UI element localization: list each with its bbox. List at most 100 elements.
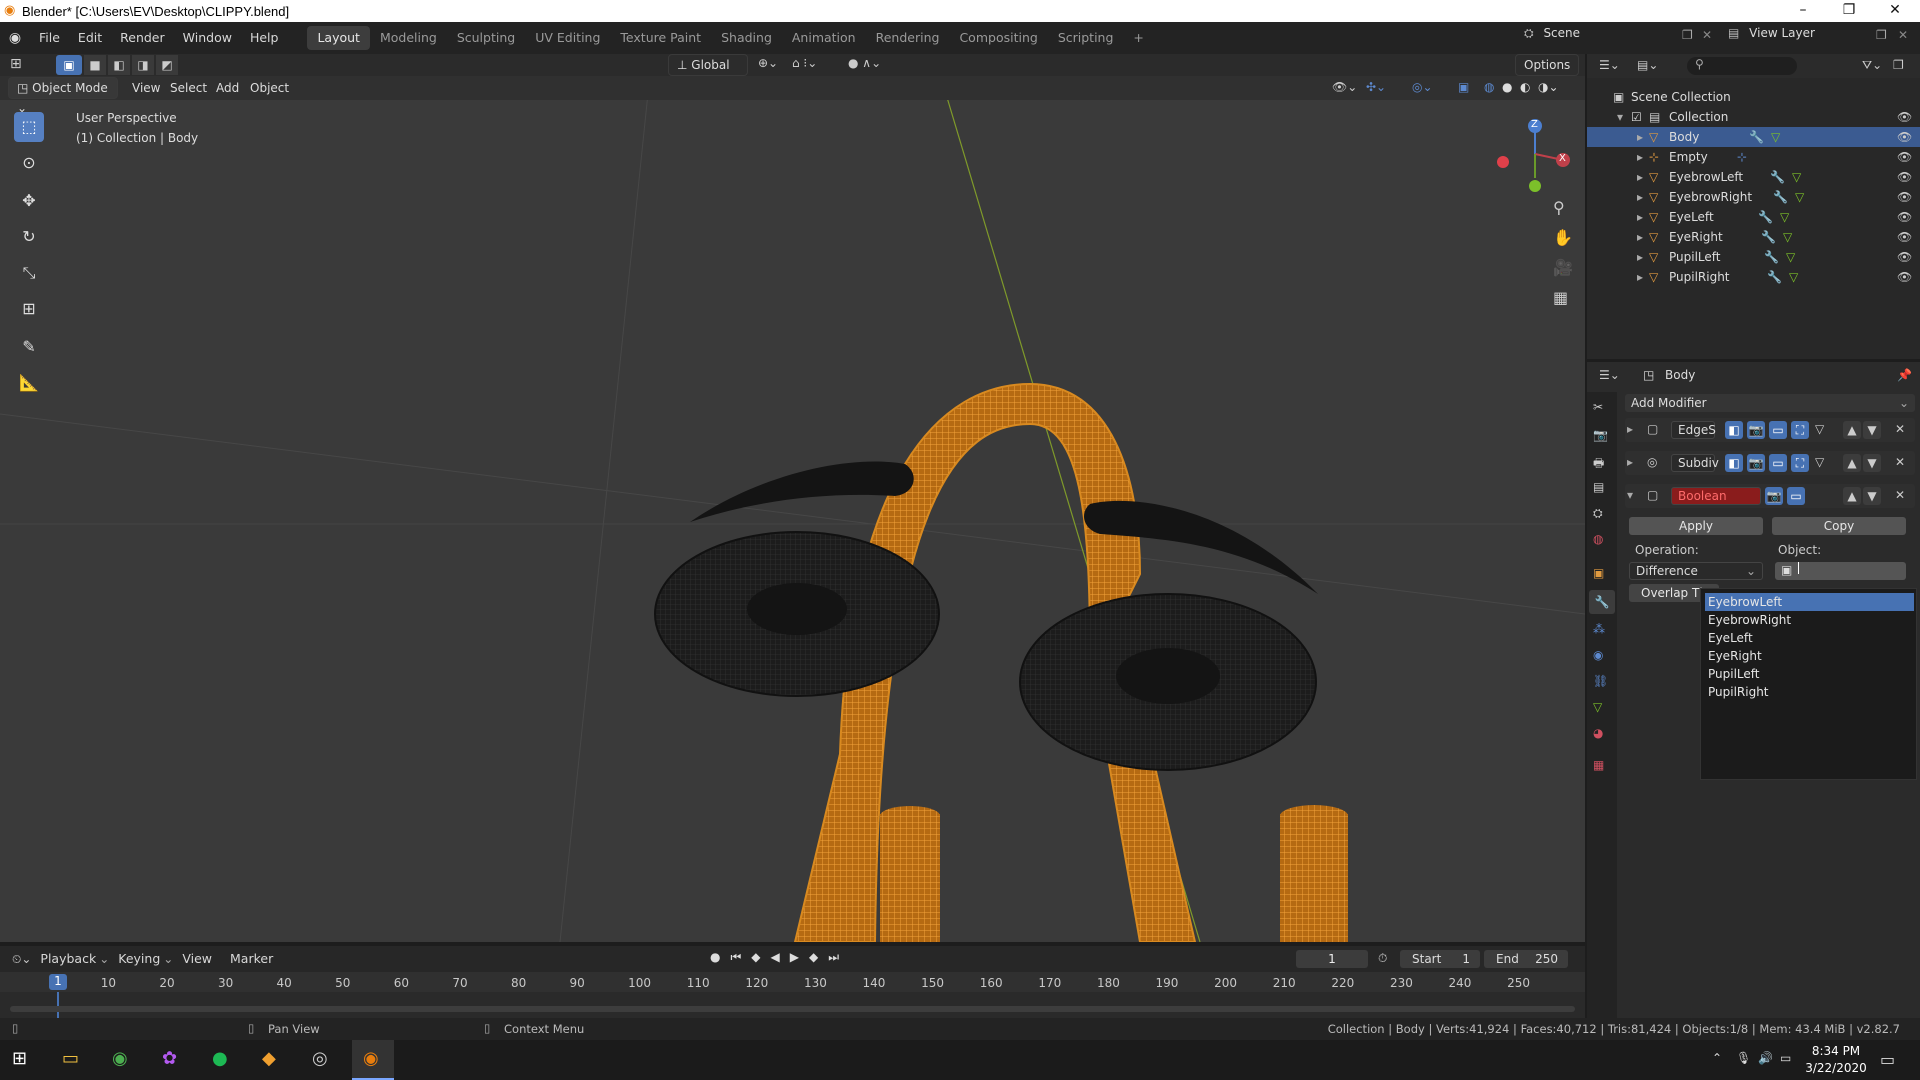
select-intersect-icon[interactable]: ◩ bbox=[156, 55, 178, 75]
navigation-gizmo[interactable]: Z X bbox=[1490, 114, 1570, 194]
pupil-right[interactable] bbox=[1116, 648, 1220, 704]
menu-window[interactable]: Window bbox=[174, 22, 241, 54]
expand-arrow-icon[interactable]: ▸ bbox=[1637, 207, 1643, 227]
jump-start-icon[interactable]: ⏮ bbox=[730, 950, 741, 965]
rotate-tool-icon[interactable]: ↻ bbox=[14, 222, 44, 252]
visibility-icon[interactable]: 👁⌄ bbox=[1332, 80, 1357, 94]
menu-edit[interactable]: Edit bbox=[69, 22, 111, 54]
play-reverse-icon[interactable]: ◀ bbox=[771, 950, 780, 965]
zoom-icon[interactable]: ⚲ bbox=[1553, 198, 1565, 217]
end-frame-field[interactable]: End 250 bbox=[1484, 950, 1568, 968]
scene-name[interactable]: Scene bbox=[1543, 26, 1580, 40]
dropdown-item[interactable]: EyebrowRight bbox=[1705, 611, 1914, 629]
texture-tab-icon[interactable]: ▦ bbox=[1593, 758, 1604, 772]
expand-arrow-icon[interactable]: ▸ bbox=[1637, 247, 1643, 267]
outliner-item[interactable]: ▸ ▽ PupilRight 🔧 ▽ 👁 bbox=[1587, 267, 1920, 287]
apply-button[interactable]: Apply bbox=[1629, 517, 1763, 535]
clock-time[interactable]: 8:34 PM bbox=[1808, 1044, 1864, 1058]
ortho-grid-icon[interactable]: ▦ bbox=[1553, 288, 1568, 307]
constraints-tab-icon[interactable]: ⛓ bbox=[1593, 674, 1608, 688]
spotify-icon[interactable]: ● bbox=[212, 1048, 228, 1069]
modifier-icon[interactable]: 🔧 bbox=[1761, 227, 1776, 247]
menu-timeline-view[interactable]: View bbox=[173, 946, 221, 972]
outliner-item[interactable]: ▸ ▽ EyebrowLeft 🔧 ▽ 👁 bbox=[1587, 167, 1920, 187]
snap-icon[interactable]: ⌂ ⁝⌄ bbox=[792, 56, 817, 70]
view-layer-tab-icon[interactable]: ▤ bbox=[1593, 480, 1604, 494]
measure-tool-icon[interactable]: 📐 bbox=[14, 368, 44, 398]
expand-arrow-icon[interactable]: ▸ bbox=[1637, 127, 1643, 147]
camera-view-icon[interactable]: 🎥 bbox=[1553, 258, 1573, 277]
mesh-data-icon[interactable]: ▽ bbox=[1783, 227, 1792, 247]
scale-tool-icon[interactable]: ⤡ bbox=[14, 258, 44, 288]
dropdown-item[interactable]: PupilLeft bbox=[1705, 665, 1914, 683]
wireframe-shading-icon[interactable]: ◍ bbox=[1484, 80, 1494, 94]
remove-view-layer-icon[interactable]: ✕ bbox=[1898, 28, 1908, 42]
outliner-item[interactable]: ▸ ▽ EyeRight 🔧 ▽ 👁 bbox=[1587, 227, 1920, 247]
mesh-data-icon[interactable]: ▽ bbox=[1789, 267, 1798, 287]
tab-sculpting[interactable]: Sculpting bbox=[447, 26, 525, 50]
maximize-button[interactable]: ❐ bbox=[1826, 0, 1872, 22]
on-cage-icon[interactable]: ▽ bbox=[1815, 455, 1824, 469]
expand-arrow-icon[interactable]: ▸ bbox=[1637, 227, 1643, 247]
current-frame-marker[interactable]: 1 bbox=[49, 974, 67, 990]
expand-arrow-icon[interactable]: ▸ bbox=[1627, 455, 1633, 469]
eye-icon[interactable]: 👁 bbox=[1897, 167, 1912, 187]
cursor-tool-icon[interactable]: ⊙ bbox=[14, 148, 44, 178]
viewport-toggle-icon[interactable]: ▭ bbox=[1769, 454, 1787, 472]
select-new-icon[interactable]: ■ bbox=[84, 55, 106, 75]
outliner-editor-icon[interactable]: ☰⌄ bbox=[1599, 58, 1620, 72]
menu-render[interactable]: Render bbox=[111, 22, 174, 54]
outliner-row-scene-collection[interactable]: ▣ Scene Collection bbox=[1587, 87, 1920, 107]
current-frame-field[interactable]: 1 bbox=[1296, 950, 1368, 968]
new-collection-icon[interactable]: ❐ bbox=[1893, 58, 1904, 72]
checkbox-icon[interactable]: ☑ bbox=[1631, 107, 1642, 127]
on-cage-icon[interactable]: ▽ bbox=[1815, 422, 1824, 436]
clock-icon[interactable]: ⏱ bbox=[1378, 951, 1387, 966]
blender-taskbar-button[interactable]: ◉ bbox=[352, 1040, 394, 1080]
davinci-icon[interactable]: ✿ bbox=[162, 1048, 177, 1069]
app-icon[interactable]: ◆ bbox=[262, 1048, 276, 1069]
mesh-data-icon[interactable]: ▽ bbox=[1792, 167, 1801, 187]
select-subtract-icon[interactable]: ◨ bbox=[132, 55, 154, 75]
collapse-arrow-icon[interactable]: ▾ bbox=[1627, 488, 1633, 502]
empty-data-icon[interactable]: ⊹ bbox=[1737, 147, 1747, 167]
tab-scripting[interactable]: Scripting bbox=[1048, 26, 1124, 50]
solid-shading-icon[interactable]: ● bbox=[1502, 80, 1512, 94]
editmode-toggle-icon[interactable]: ◧ bbox=[1725, 454, 1743, 472]
eye-icon[interactable]: 👁 bbox=[1897, 267, 1912, 287]
overlay-toggle-icon[interactable]: ◎⌄ bbox=[1412, 80, 1433, 94]
timeline-editor-icon[interactable]: ⏲⌄ bbox=[12, 952, 31, 967]
eye-icon[interactable]: 👁 bbox=[1897, 247, 1912, 267]
output-tab-icon[interactable]: 🖶 bbox=[1593, 454, 1604, 475]
tab-rendering[interactable]: Rendering bbox=[866, 26, 950, 50]
outliner-item[interactable]: ▸ ▽ Body 🔧 ▽ 👁 bbox=[1587, 127, 1920, 147]
menu-keying[interactable]: Keying bbox=[109, 946, 169, 972]
tab-uv-editing[interactable]: UV Editing bbox=[525, 26, 610, 50]
outliner-search-input[interactable]: ⚲ bbox=[1687, 57, 1797, 75]
start-frame-field[interactable]: Start 1 bbox=[1400, 950, 1480, 968]
move-down-icon[interactable]: ▼ bbox=[1863, 487, 1881, 505]
mesh-data-icon[interactable]: ▽ bbox=[1780, 207, 1789, 227]
editmode-toggle-icon[interactable]: ◧ bbox=[1725, 421, 1743, 439]
remove-modifier-icon[interactable]: ✕ bbox=[1895, 488, 1905, 502]
menu-object[interactable]: Object bbox=[250, 81, 289, 95]
play-icon[interactable]: ▶ bbox=[790, 950, 799, 965]
tray-arrow-icon[interactable]: ⌃ bbox=[1712, 1051, 1722, 1065]
modifier-name-field[interactable]: EdgeS bbox=[1671, 421, 1716, 439]
modifier-name-field[interactable]: Subdiv bbox=[1671, 454, 1719, 472]
mesh-data-icon[interactable]: ▽ bbox=[1771, 127, 1780, 147]
tab-layout[interactable]: Layout bbox=[307, 26, 370, 50]
viewport-toggle-icon[interactable]: ▭ bbox=[1787, 487, 1805, 505]
expand-arrow-icon[interactable]: ▾ bbox=[1617, 107, 1623, 127]
outliner-item[interactable]: ▸ ▽ EyeLeft 🔧 ▽ 👁 bbox=[1587, 207, 1920, 227]
tool-tab-icon[interactable]: ✂ bbox=[1593, 400, 1603, 414]
modifier-tab-icon[interactable]: 🔧 bbox=[1589, 590, 1615, 614]
object-field[interactable]: ▣ bbox=[1775, 562, 1906, 580]
modifier-icon[interactable]: 🔧 bbox=[1758, 207, 1773, 227]
unity-icon[interactable]: ◎ bbox=[312, 1048, 328, 1069]
modifier-icon[interactable]: 🔧 bbox=[1749, 127, 1764, 147]
properties-editor-icon[interactable]: ☰⌄ bbox=[1599, 368, 1620, 382]
tab-modeling[interactable]: Modeling bbox=[370, 26, 447, 50]
eye-icon[interactable]: 👁 bbox=[1897, 127, 1912, 147]
object-tab-icon[interactable]: ▣ bbox=[1593, 566, 1604, 580]
